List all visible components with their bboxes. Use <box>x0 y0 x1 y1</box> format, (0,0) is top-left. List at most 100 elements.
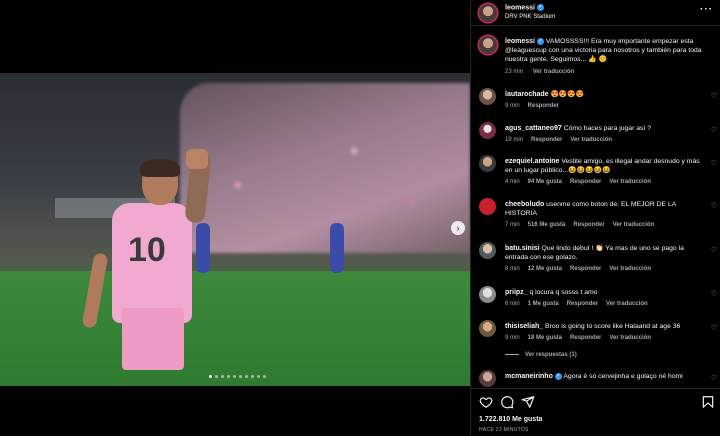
verified-icon: ✓ <box>554 372 562 380</box>
comment-like-icon[interactable]: ♡ <box>710 127 718 135</box>
view-replies-link[interactable]: Ver respuestas (1) <box>505 352 577 358</box>
carousel-dot <box>215 375 218 378</box>
comment-text: Cómo haces para jugar así ? <box>563 125 651 132</box>
carousel-dot <box>233 375 236 378</box>
carousel-dot <box>227 375 230 378</box>
reply-link[interactable]: Responder <box>573 222 604 228</box>
opponent-player <box>330 223 344 273</box>
carousel-dot-active <box>209 375 212 378</box>
reply-link[interactable]: Responder <box>570 179 601 185</box>
see-translation-link[interactable]: Ver traducción <box>609 266 651 272</box>
comment-username[interactable]: mcmaneirinho <box>505 373 553 380</box>
carousel-dot <box>257 375 260 378</box>
comment-text: Agora é só cervejinha e golaço né homi <box>563 373 683 380</box>
carousel-dot <box>239 375 242 378</box>
comment-like-icon[interactable]: ♡ <box>710 93 718 101</box>
comment-like-icon[interactable]: ♡ <box>710 203 718 211</box>
comment-like-icon[interactable]: ♡ <box>710 291 718 299</box>
caption-username[interactable]: leomessi <box>505 38 535 45</box>
stadium-crowd <box>180 83 470 253</box>
comment-likes[interactable]: 94 Me gusta <box>528 179 562 185</box>
caption-meta: 23 min Ver traducción <box>505 69 582 75</box>
comment-text: Broo is going to score like Halaand at a… <box>545 323 681 330</box>
share-icon[interactable] <box>521 395 535 409</box>
commenter-avatar[interactable] <box>479 242 496 259</box>
commenter-avatar[interactable] <box>479 122 496 139</box>
commenter-avatar[interactable] <box>479 198 496 215</box>
comment-like-icon[interactable]: ♡ <box>710 375 718 383</box>
caption-avatar[interactable] <box>479 36 497 54</box>
reply-link[interactable]: Responder <box>570 266 601 272</box>
carousel-dot <box>221 375 224 378</box>
comment-icon[interactable] <box>500 395 514 409</box>
author-avatar[interactable] <box>479 4 497 22</box>
more-icon[interactable]: ··· <box>700 4 713 15</box>
see-translation-link[interactable]: Ver traducción <box>533 69 575 75</box>
reply-link[interactable]: Responder <box>528 103 559 109</box>
verified-icon: ✓ <box>536 4 544 11</box>
opponent-player <box>196 223 210 273</box>
caption-text: leomessi ✓ VAMOSSSS!!! Era muy importante… <box>505 37 705 64</box>
player-fist <box>186 149 208 169</box>
commenter-avatar[interactable] <box>479 370 496 387</box>
comment-time: 9 min <box>505 335 520 341</box>
commenter-avatar[interactable] <box>479 155 496 172</box>
comment-likes[interactable]: 516 Me gusta <box>528 222 566 228</box>
bookmark-icon[interactable] <box>701 395 715 409</box>
comment-time: 9 min <box>505 103 520 109</box>
comment-username[interactable]: priipz_ <box>505 289 528 296</box>
media-area: 10 › <box>0 0 470 436</box>
player-shorts <box>122 308 184 370</box>
comment-username[interactable]: lautarochade <box>505 91 549 98</box>
comment-time: 8 min <box>505 266 520 272</box>
post-side-panel: leomessi ✓ DRV PNK Stadium ··· leomessi ✓ … <box>470 0 720 436</box>
comment-likes[interactable]: 18 Me gusta <box>528 335 562 341</box>
player-hair <box>140 159 180 177</box>
comment-username[interactable]: batu.sinisi <box>505 245 540 252</box>
jersey-number: 10 <box>128 231 166 269</box>
post-actions-bar: 1.722.810 Me gusta HACE 23 MINUTOS <box>471 388 720 436</box>
comment-like-icon[interactable]: ♡ <box>710 160 718 168</box>
comment-username[interactable]: thisiseliah_ <box>505 323 543 330</box>
commenter-avatar[interactable] <box>479 286 496 303</box>
see-translation-link[interactable]: Ver traducción <box>609 335 651 341</box>
comment-likes[interactable]: 12 Me gusta <box>528 266 562 272</box>
post-location[interactable]: DRV PNK Stadium <box>505 14 555 20</box>
commenter-avatar[interactable] <box>479 320 496 337</box>
post-photo[interactable]: 10 › <box>0 73 470 386</box>
comment-text: 😍😍😍😍 <box>550 91 585 98</box>
carousel-dot <box>245 375 248 378</box>
comment-time: 7 min <box>505 222 520 228</box>
comment-text: q locura q sosss t amo <box>529 289 598 296</box>
comment-time: 19 min <box>505 137 524 143</box>
post-header: leomessi ✓ DRV PNK Stadium ··· <box>471 0 720 26</box>
comment-like-icon[interactable]: ♡ <box>710 325 718 333</box>
see-translation-link[interactable]: Ver traducción <box>606 301 648 307</box>
commenter-avatar[interactable] <box>479 88 496 105</box>
heart-icon[interactable] <box>479 395 493 409</box>
verified-icon: ✓ <box>536 37 544 45</box>
next-photo-button[interactable]: › <box>451 221 465 235</box>
author-username[interactable]: leomessi <box>505 4 535 11</box>
comment-time: 6 min <box>505 301 520 307</box>
see-translation-link[interactable]: Ver traducción <box>609 179 651 185</box>
reply-link[interactable]: Responder <box>567 301 598 307</box>
comment-username[interactable]: agus_cattaneo97 <box>505 125 562 132</box>
reply-link[interactable]: Responder <box>531 137 562 143</box>
likes-count[interactable]: 1.722.810 Me gusta <box>479 416 542 423</box>
post-timestamp: HACE 23 MINUTOS <box>479 427 529 433</box>
author-name-row: leomessi ✓ <box>505 4 544 11</box>
comment-like-icon[interactable]: ♡ <box>710 247 718 255</box>
pitch <box>0 271 470 386</box>
comment-username[interactable]: cheeboludo <box>505 201 544 208</box>
see-translation-link[interactable]: Ver traducción <box>613 222 655 228</box>
comment-time: 4 min <box>505 179 520 185</box>
comment-username[interactable]: ezequiel.antoine <box>505 158 559 165</box>
caption-time: 23 min <box>505 69 524 75</box>
reply-link[interactable]: Responder <box>570 335 601 341</box>
carousel-dot <box>251 375 254 378</box>
carousel-dot <box>263 375 266 378</box>
carousel-dots <box>209 375 266 378</box>
comment-likes[interactable]: 1 Me gusta <box>528 301 559 307</box>
see-translation-link[interactable]: Ver traducción <box>570 137 612 143</box>
